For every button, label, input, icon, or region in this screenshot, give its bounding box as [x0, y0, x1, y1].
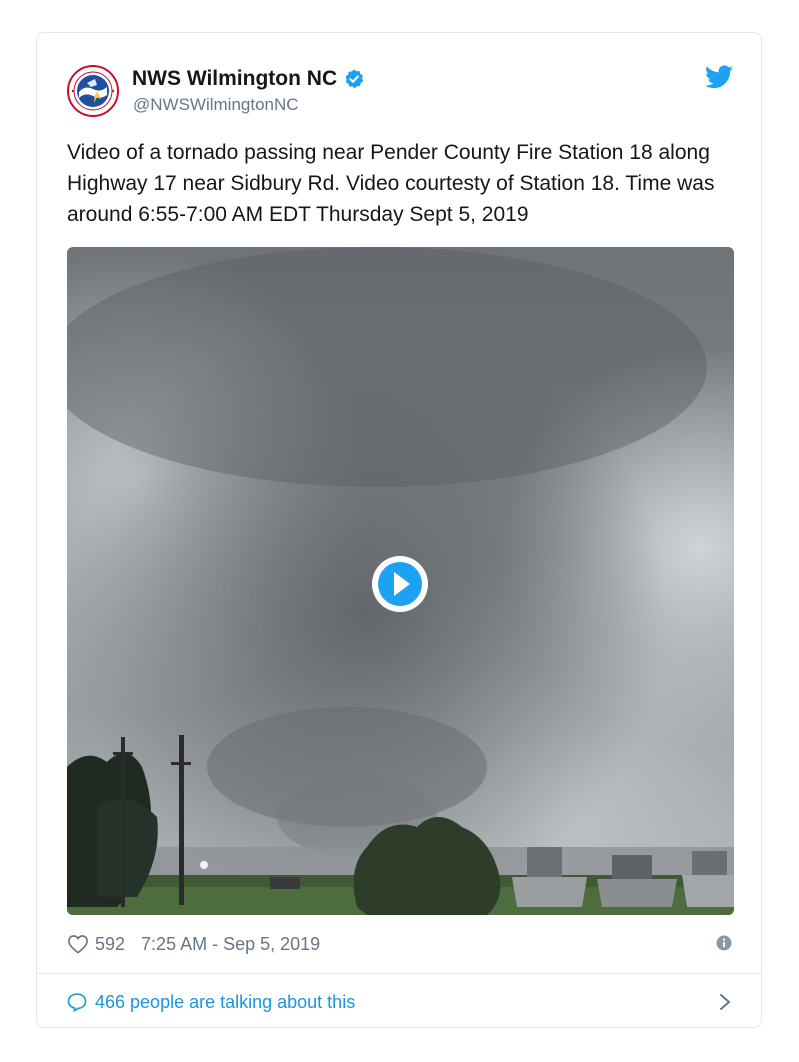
nws-logo-icon[interactable]	[67, 65, 119, 117]
author-name-text[interactable]: NWS Wilmington NC	[132, 67, 337, 91]
author-handle[interactable]: @NWSWilmingtonNC	[133, 95, 299, 115]
talking-about-link[interactable]: 466 people are talking about this	[67, 988, 732, 1016]
tweet-timestamp[interactable]: 7:25 AM - Sep 5, 2019	[141, 934, 320, 955]
chevron-right-icon[interactable]	[718, 992, 732, 1012]
play-icon[interactable]	[370, 554, 430, 614]
tweet-card: NWS Wilmington NC @NWSWilmingtonNC Video…	[36, 32, 762, 1028]
tweet-meta-row: 592 7:25 AM - Sep 5, 2019	[67, 931, 732, 957]
verified-badge-icon	[345, 69, 364, 89]
divider	[37, 973, 761, 974]
like-count[interactable]: 592	[95, 934, 125, 955]
twitter-bird-icon[interactable]	[705, 65, 733, 89]
heart-icon[interactable]	[67, 934, 89, 954]
speech-bubble-icon	[67, 993, 87, 1012]
info-icon[interactable]	[716, 935, 732, 951]
author-name[interactable]: NWS Wilmington NC	[132, 67, 365, 91]
tweet-text: Video of a tornado passing near Pender C…	[67, 141, 715, 226]
talking-about-label[interactable]: 466 people are talking about this	[95, 992, 355, 1013]
